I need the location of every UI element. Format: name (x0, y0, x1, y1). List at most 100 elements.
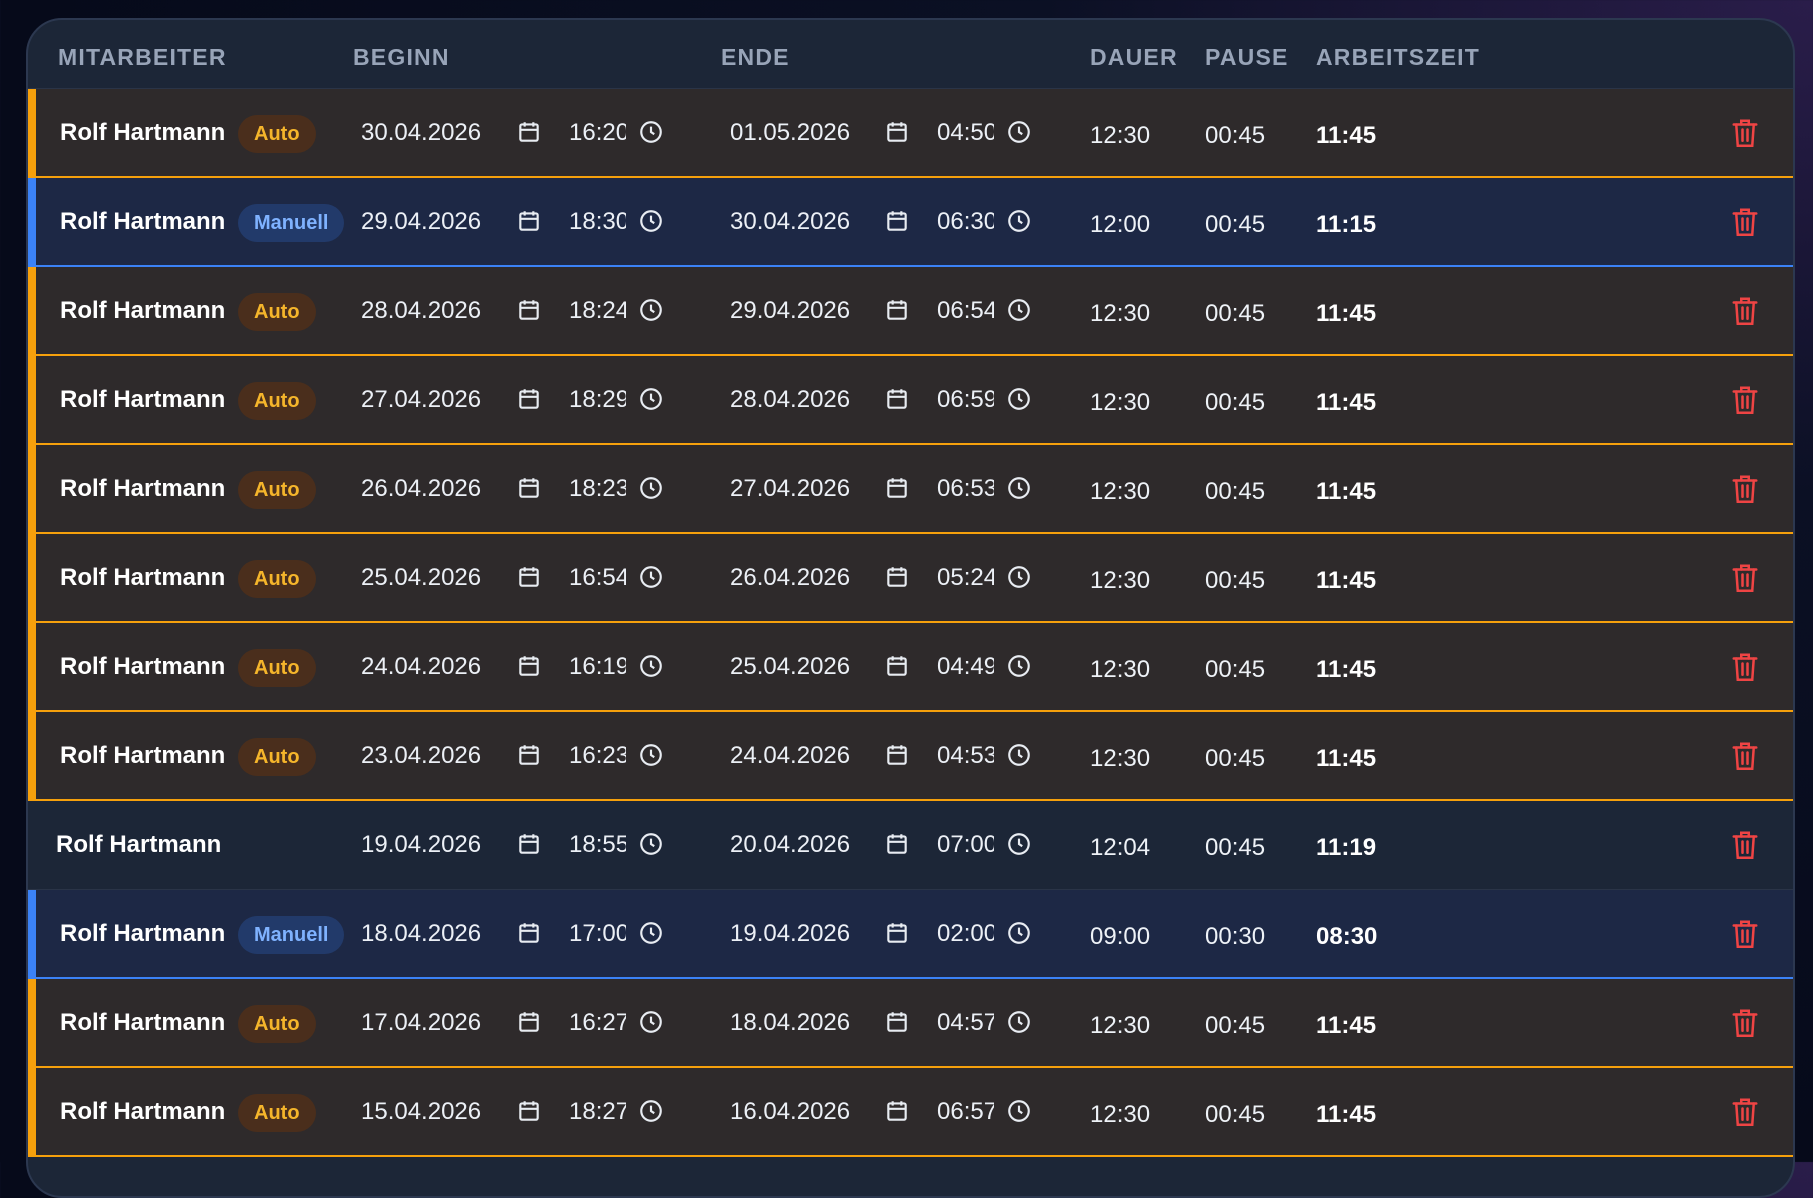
trash-icon[interactable] (1730, 1096, 1760, 1128)
clock-icon[interactable] (1006, 920, 1032, 946)
table-row[interactable]: Rolf Hartmann Auto 17.04.2026 16:27 18.04.20… (28, 979, 1793, 1068)
calendar-icon[interactable] (516, 119, 542, 145)
trash-icon[interactable] (1730, 384, 1760, 416)
calendar-icon[interactable] (884, 119, 910, 145)
start-date-input[interactable]: 27.04.2026 (361, 356, 481, 443)
clock-icon[interactable] (1006, 742, 1032, 768)
table-row[interactable]: Rolf Hartmann 19.04.2026 18:55 20.04.2026 07… (28, 801, 1793, 890)
calendar-icon[interactable] (516, 1009, 542, 1035)
start-date-input[interactable]: 25.04.2026 (361, 534, 481, 621)
end-time-input[interactable]: 06:59 (937, 356, 994, 443)
end-time-input[interactable]: 06:53 (937, 445, 994, 532)
end-time-input[interactable]: 06:57 (937, 1068, 994, 1155)
clock-icon[interactable] (638, 119, 664, 145)
clock-icon[interactable] (1006, 1009, 1032, 1035)
end-date-input[interactable]: 30.04.2026 (730, 178, 850, 265)
clock-icon[interactable] (638, 475, 664, 501)
end-date-input[interactable]: 20.04.2026 (730, 801, 850, 889)
end-date-input[interactable]: 25.04.2026 (730, 623, 850, 710)
start-time-input[interactable]: 16:20 (569, 89, 626, 176)
calendar-icon[interactable] (516, 920, 542, 946)
calendar-icon[interactable] (884, 653, 910, 679)
clock-icon[interactable] (1006, 386, 1032, 412)
table-row[interactable]: Rolf Hartmann Auto 25.04.2026 16:54 26.04.20… (28, 534, 1793, 623)
start-time-input[interactable]: 18:29 (569, 356, 626, 443)
end-time-input[interactable]: 06:54 (937, 267, 994, 354)
start-date-input[interactable]: 18.04.2026 (361, 890, 481, 977)
calendar-icon[interactable] (516, 653, 542, 679)
start-date-input[interactable]: 30.04.2026 (361, 89, 481, 176)
end-date-input[interactable]: 28.04.2026 (730, 356, 850, 443)
end-date-input[interactable]: 01.05.2026 (730, 89, 850, 176)
start-time-input[interactable]: 16:19 (569, 623, 626, 710)
trash-icon[interactable] (1730, 651, 1760, 683)
end-date-input[interactable]: 27.04.2026 (730, 445, 850, 532)
trash-icon[interactable] (1730, 206, 1760, 238)
clock-icon[interactable] (638, 742, 664, 768)
end-time-input[interactable]: 04:50 (937, 89, 994, 176)
start-date-input[interactable]: 28.04.2026 (361, 267, 481, 354)
calendar-icon[interactable] (884, 475, 910, 501)
trash-icon[interactable] (1730, 117, 1760, 149)
clock-icon[interactable] (638, 1098, 664, 1124)
table-row[interactable]: Rolf Hartmann Auto 28.04.2026 18:24 29.04.20… (28, 267, 1793, 356)
calendar-icon[interactable] (884, 208, 910, 234)
trash-icon[interactable] (1730, 473, 1760, 505)
calendar-icon[interactable] (884, 386, 910, 412)
start-time-input[interactable]: 17:00 (569, 890, 626, 977)
trash-icon[interactable] (1730, 740, 1760, 772)
calendar-icon[interactable] (516, 831, 542, 857)
table-row[interactable]: Rolf Hartmann Manuell 29.04.2026 18:30 30.04… (28, 178, 1793, 267)
clock-icon[interactable] (638, 831, 664, 857)
start-date-input[interactable]: 15.04.2026 (361, 1068, 481, 1155)
trash-icon[interactable] (1730, 918, 1760, 950)
clock-icon[interactable] (1006, 297, 1032, 323)
end-time-input[interactable]: 06:30 (937, 178, 994, 265)
clock-icon[interactable] (638, 920, 664, 946)
clock-icon[interactable] (1006, 564, 1032, 590)
trash-icon[interactable] (1730, 829, 1760, 861)
clock-icon[interactable] (638, 208, 664, 234)
calendar-icon[interactable] (516, 1098, 542, 1124)
clock-icon[interactable] (1006, 653, 1032, 679)
clock-icon[interactable] (638, 1009, 664, 1035)
table-row[interactable]: Rolf Hartmann Auto 30.04.2026 16:20 01.05.20… (28, 89, 1793, 178)
trash-icon[interactable] (1730, 295, 1760, 327)
clock-icon[interactable] (638, 564, 664, 590)
calendar-icon[interactable] (884, 297, 910, 323)
start-date-input[interactable]: 29.04.2026 (361, 178, 481, 265)
end-time-input[interactable]: 07:00 (937, 801, 994, 889)
end-date-input[interactable]: 16.04.2026 (730, 1068, 850, 1155)
start-time-input[interactable]: 18:27 (569, 1068, 626, 1155)
table-row[interactable]: Rolf Hartmann Auto 24.04.2026 16:19 25.04.20… (28, 623, 1793, 712)
end-time-input[interactable]: 04:49 (937, 623, 994, 710)
start-date-input[interactable]: 17.04.2026 (361, 979, 481, 1066)
start-time-input[interactable]: 18:23 (569, 445, 626, 532)
clock-icon[interactable] (1006, 475, 1032, 501)
start-time-input[interactable]: 18:24 (569, 267, 626, 354)
calendar-icon[interactable] (516, 564, 542, 590)
calendar-icon[interactable] (884, 1098, 910, 1124)
trash-icon[interactable] (1730, 1007, 1760, 1039)
end-time-input[interactable]: 04:57 (937, 979, 994, 1066)
end-date-input[interactable]: 26.04.2026 (730, 534, 850, 621)
calendar-icon[interactable] (516, 475, 542, 501)
end-date-input[interactable]: 18.04.2026 (730, 979, 850, 1066)
clock-icon[interactable] (638, 653, 664, 679)
clock-icon[interactable] (638, 297, 664, 323)
table-row[interactable]: Rolf Hartmann Auto 15.04.2026 18:27 16.04.20… (28, 1068, 1793, 1157)
end-time-input[interactable]: 05:24 (937, 534, 994, 621)
clock-icon[interactable] (1006, 208, 1032, 234)
calendar-icon[interactable] (516, 208, 542, 234)
end-date-input[interactable]: 19.04.2026 (730, 890, 850, 977)
clock-icon[interactable] (1006, 831, 1032, 857)
calendar-icon[interactable] (884, 920, 910, 946)
start-time-input[interactable]: 16:23 (569, 712, 626, 799)
end-date-input[interactable]: 29.04.2026 (730, 267, 850, 354)
calendar-icon[interactable] (884, 831, 910, 857)
start-date-input[interactable]: 24.04.2026 (361, 623, 481, 710)
start-time-input[interactable]: 16:54 (569, 534, 626, 621)
clock-icon[interactable] (1006, 1098, 1032, 1124)
start-time-input[interactable]: 18:30 (569, 178, 626, 265)
table-row[interactable]: Rolf Hartmann Auto 27.04.2026 18:29 28.04.20… (28, 356, 1793, 445)
